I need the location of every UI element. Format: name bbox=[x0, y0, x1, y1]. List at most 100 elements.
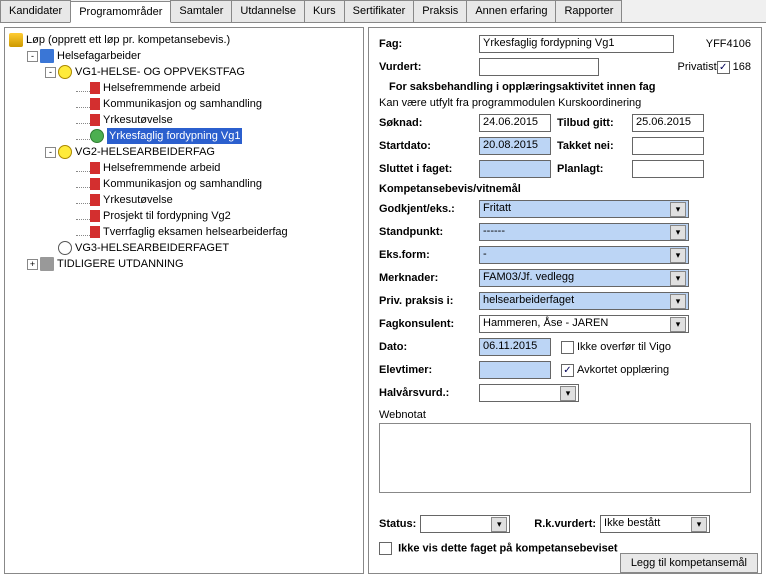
tree-vg2-c5[interactable]: Tverrfaglig eksamen helsearbeiderfag bbox=[63, 224, 359, 240]
collapse-icon[interactable]: - bbox=[45, 67, 56, 78]
tab-utdannelse[interactable]: Utdannelse bbox=[231, 0, 305, 22]
planlagt-field[interactable] bbox=[632, 160, 704, 178]
tree-item-label: Helsefremmende arbeid bbox=[103, 80, 220, 96]
folder-icon bbox=[40, 49, 54, 63]
tree-vg1-c2[interactable]: Kommunikasjon og samhandling bbox=[63, 96, 359, 112]
tree-vg1-c1[interactable]: Helsefremmende arbeid bbox=[63, 80, 359, 96]
status-red-icon bbox=[90, 82, 100, 94]
takket-label: Takket nei: bbox=[557, 140, 632, 152]
tab-praksis[interactable]: Praksis bbox=[413, 0, 467, 22]
tilbud-field[interactable]: 25.06.2015 bbox=[632, 114, 704, 132]
tab-kurs[interactable]: Kurs bbox=[304, 0, 345, 22]
tree-helsefagarbeider[interactable]: - Helsefagarbeider bbox=[27, 48, 359, 64]
vurdert-field[interactable] bbox=[479, 58, 599, 76]
sluttet-field[interactable] bbox=[479, 160, 551, 178]
tree-item-label: VG2-HELSEARBEIDERFAG bbox=[75, 144, 215, 160]
elevtimer-field[interactable] bbox=[479, 361, 551, 379]
tree-item-label: TIDLIGERE UTDANNING bbox=[57, 256, 184, 272]
tabstrip: Kandidater Programområder Samtaler Utdan… bbox=[0, 0, 766, 23]
tab-samtaler[interactable]: Samtaler bbox=[170, 0, 232, 22]
dato-label: Dato: bbox=[379, 341, 479, 353]
tree-item-label: Helsefremmende arbeid bbox=[103, 160, 220, 176]
elevtimer-label: Elevtimer: bbox=[379, 364, 479, 376]
tree-vg1[interactable]: - VG1-HELSE- OG OPPVEKSTFAG bbox=[45, 64, 359, 80]
tree-panel: Løp (opprett ett løp pr. kompetansebevis… bbox=[4, 27, 364, 574]
smiley-icon bbox=[58, 145, 72, 159]
tree-vg2-c1[interactable]: Helsefremmende arbeid bbox=[63, 160, 359, 176]
ikke-vis-checkbox[interactable] bbox=[379, 542, 392, 555]
smiley-green-icon bbox=[90, 129, 104, 143]
tree-item-label: Yrkesutøvelse bbox=[103, 192, 173, 208]
ikke-overfor-checkbox[interactable] bbox=[561, 341, 574, 354]
privatist-checkbox[interactable]: ✓ bbox=[717, 61, 730, 74]
collapse-icon[interactable]: - bbox=[27, 51, 38, 62]
rkvurdert-label: R.k.vurdert: bbox=[534, 518, 596, 530]
expand-icon[interactable]: + bbox=[27, 259, 38, 270]
tree-vg2-c3[interactable]: Yrkesutøvelse bbox=[63, 192, 359, 208]
tree-vg2[interactable]: - VG2-HELSEARBEIDERFAG bbox=[45, 144, 359, 160]
tree-vg2-c4[interactable]: Prosjekt til fordypning Vg2 bbox=[63, 208, 359, 224]
dato-field[interactable]: 06.11.2015 bbox=[479, 338, 551, 356]
status-red-icon bbox=[90, 226, 100, 238]
tree-item-label: Yrkesfaglig fordypning Vg1 bbox=[107, 128, 242, 144]
status-red-icon bbox=[90, 178, 100, 190]
tilbud-label: Tilbud gitt: bbox=[557, 117, 632, 129]
saksbehandling-sub: Kan være utfylt fra programmodulen Kursk… bbox=[379, 97, 751, 109]
soknad-field[interactable]: 24.06.2015 bbox=[479, 114, 551, 132]
status-dropdown[interactable] bbox=[420, 515, 510, 533]
tab-kandidater[interactable]: Kandidater bbox=[0, 0, 71, 22]
fagkonsulent-dropdown[interactable]: Hammeren, Åse - JAREN bbox=[479, 315, 689, 333]
avkortet-checkbox[interactable]: ✓ bbox=[561, 364, 574, 377]
gray-box-icon bbox=[40, 257, 54, 271]
tree-root[interactable]: Løp (opprett ett løp pr. kompetansebevis… bbox=[9, 32, 359, 48]
tab-annen-erfaring[interactable]: Annen erfaring bbox=[466, 0, 556, 22]
tab-programomrader[interactable]: Programområder bbox=[70, 1, 171, 23]
webnotat-label: Webnotat bbox=[379, 409, 751, 421]
eksform-dropdown[interactable]: - bbox=[479, 246, 689, 264]
avkortet-label: Avkortet opplæring bbox=[577, 364, 669, 376]
takket-field[interactable] bbox=[632, 137, 704, 155]
vurdert-label: Vurdert: bbox=[379, 61, 479, 73]
tree-vg3[interactable]: VG3-HELSEARBEIDERFAGET bbox=[45, 240, 359, 256]
halvars-dropdown[interactable] bbox=[479, 384, 579, 402]
saksbehandling-title: For saksbehandling i opplæringsaktivitet… bbox=[389, 81, 751, 93]
eksform-label: Eks.form: bbox=[379, 249, 479, 261]
webnotat-field[interactable] bbox=[379, 423, 751, 493]
tree-item-label: VG3-HELSEARBEIDERFAGET bbox=[75, 240, 229, 256]
ikke-overfor-label: Ikke overfør til Vigo bbox=[577, 341, 671, 353]
smiley-neutral-icon bbox=[58, 241, 72, 255]
tree-vg2-c2[interactable]: Kommunikasjon og samhandling bbox=[63, 176, 359, 192]
tab-rapporter[interactable]: Rapporter bbox=[555, 0, 622, 22]
ikke-vis-label: Ikke vis dette faget på kompetansebevise… bbox=[398, 542, 617, 554]
status-red-icon bbox=[90, 162, 100, 174]
tree-tidligere[interactable]: + TIDLIGERE UTDANNING bbox=[27, 256, 359, 272]
tree-item-label: Kommunikasjon og samhandling bbox=[103, 96, 262, 112]
smiley-icon bbox=[58, 65, 72, 79]
status-label: Status: bbox=[379, 518, 416, 530]
startdato-field[interactable]: 20.08.2015 bbox=[479, 137, 551, 155]
status-red-icon bbox=[90, 114, 100, 126]
merknader-dropdown[interactable]: FAM03/Jf. vedlegg bbox=[479, 269, 689, 287]
tree-vg1-c4-selected[interactable]: Yrkesfaglig fordypning Vg1 bbox=[63, 128, 359, 144]
merknader-label: Merknader: bbox=[379, 272, 479, 284]
status-red-icon bbox=[90, 98, 100, 110]
tab-sertifikater[interactable]: Sertifikater bbox=[344, 0, 415, 22]
standpunkt-dropdown[interactable]: ------ bbox=[479, 223, 689, 241]
planlagt-label: Planlagt: bbox=[557, 163, 632, 175]
privpraksis-dropdown[interactable]: helsearbeiderfaget bbox=[479, 292, 689, 310]
tree-item-label: Tverrfaglig eksamen helsearbeiderfag bbox=[103, 224, 288, 240]
collapse-icon[interactable]: - bbox=[45, 147, 56, 158]
sluttet-label: Sluttet i faget: bbox=[379, 163, 479, 175]
legg-til-kompetansemal-button[interactable]: Legg til kompetansemål bbox=[620, 553, 758, 573]
godkjent-label: Godkjent/eks.: bbox=[379, 203, 479, 215]
stack-icon bbox=[9, 33, 23, 47]
status-red-icon bbox=[90, 210, 100, 222]
rkvurdert-dropdown[interactable]: Ikke bestått bbox=[600, 515, 710, 533]
privatist-label: Privatist bbox=[678, 61, 717, 73]
fag-field[interactable]: Yrkesfaglig fordypning Vg1 bbox=[479, 35, 674, 53]
godkjent-dropdown[interactable]: Fritatt bbox=[479, 200, 689, 218]
tree-vg1-c3[interactable]: Yrkesutøvelse bbox=[63, 112, 359, 128]
status-red-icon bbox=[90, 194, 100, 206]
startdato-label: Startdato: bbox=[379, 140, 479, 152]
tree-item-label: Helsefagarbeider bbox=[57, 48, 141, 64]
